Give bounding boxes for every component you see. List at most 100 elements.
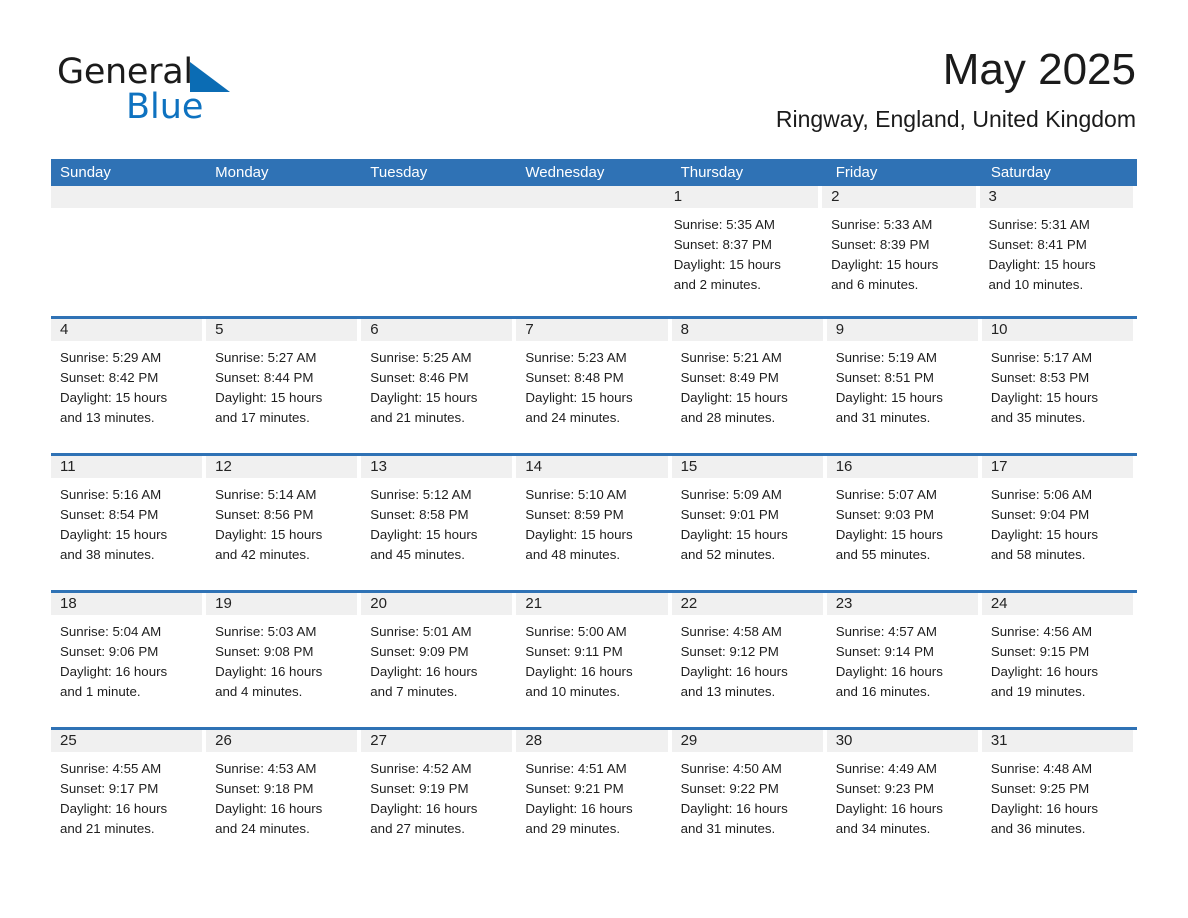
- day-cell[interactable]: 25 Sunrise: 4:55 AM Sunset: 9:17 PM Dayligh…: [51, 730, 206, 864]
- day-number: 25: [51, 730, 203, 752]
- day-cell[interactable]: 9 Sunrise: 5:19 AM Sunset: 8:51 PM Daylight…: [826, 319, 982, 453]
- day-number: 28: [516, 730, 668, 752]
- sunrise-time: Sunrise: 5:03 AM: [215, 624, 317, 639]
- page-title: May 2025: [942, 45, 1136, 94]
- day-cell[interactable]: 19 Sunrise: 5:03 AM Sunset: 9:08 PM Dayligh…: [206, 593, 361, 727]
- sunset-time: Sunset: 9:22 PM: [680, 781, 779, 796]
- day-cell[interactable]: 21 Sunrise: 5:00 AM Sunset: 9:11 PM Dayligh…: [516, 593, 671, 727]
- day-cell[interactable]: 18 Sunrise: 5:04 AM Sunset: 9:06 PM Dayligh…: [51, 593, 206, 727]
- day-cell[interactable]: 23 Sunrise: 4:57 AM Sunset: 9:14 PM Dayligh…: [826, 593, 982, 727]
- sunrise-time: Sunrise: 5:29 AM: [60, 350, 162, 365]
- day-cell[interactable]: 13 Sunrise: 5:12 AM Sunset: 8:58 PM Dayligh…: [361, 456, 516, 590]
- daylight-duration-line1: Daylight: 15 hours: [835, 527, 943, 542]
- sunset-time: Sunset: 8:54 PM: [60, 507, 159, 522]
- daylight-duration-line1: Daylight: 15 hours: [370, 527, 478, 542]
- day-number: 22: [671, 593, 823, 615]
- day-cell[interactable]: 30 Sunrise: 4:49 AM Sunset: 9:23 PM Dayligh…: [826, 730, 982, 864]
- day-number: 3: [979, 186, 1133, 208]
- sunset-time: Sunset: 8:42 PM: [60, 370, 159, 385]
- sunset-time: Sunset: 9:09 PM: [370, 644, 469, 659]
- day-number: 4: [51, 319, 203, 341]
- daylight-duration-line2: and 21 minutes.: [60, 821, 155, 836]
- sunset-time: Sunset: 9:15 PM: [990, 644, 1090, 659]
- daylight-duration-line1: Daylight: 15 hours: [673, 257, 781, 272]
- day-cell[interactable]: 17 Sunrise: 5:06 AM Sunset: 9:04 PM Dayligh…: [981, 456, 1137, 590]
- day-cell[interactable]: 26 Sunrise: 4:53 AM Sunset: 9:18 PM Dayligh…: [206, 730, 361, 864]
- day-cell[interactable]: 31 Sunrise: 4:48 AM Sunset: 9:25 PM Dayligh…: [981, 730, 1137, 864]
- day-number: 11: [51, 456, 203, 478]
- sunset-time: Sunset: 9:08 PM: [215, 644, 314, 659]
- day-details: Sunrise: 4:50 AM Sunset: 9:22 PM Daylight:…: [672, 752, 823, 839]
- daylight-duration-line2: and 2 minutes.: [673, 277, 761, 292]
- daylight-duration-line1: Daylight: 15 hours: [680, 527, 788, 542]
- day-cell[interactable]: 27 Sunrise: 4:52 AM Sunset: 9:19 PM Dayligh…: [361, 730, 516, 864]
- day-cell[interactable]: 11 Sunrise: 5:16 AM Sunset: 8:54 PM Dayligh…: [51, 456, 206, 590]
- weekday-header-wednesday: Wednesday: [525, 164, 605, 181]
- daylight-duration-line1: Daylight: 16 hours: [835, 664, 943, 679]
- daylight-duration-line1: Daylight: 16 hours: [525, 801, 633, 816]
- sunrise-time: Sunrise: 4:57 AM: [835, 624, 937, 639]
- day-cell[interactable]: 6 Sunrise: 5:25 AM Sunset: 8:46 PM Daylight…: [361, 319, 516, 453]
- day-cell[interactable]: 2 Sunrise: 5:33 AM Sunset: 8:39 PM Daylight…: [822, 186, 979, 316]
- daylight-duration-line1: Daylight: 16 hours: [370, 801, 478, 816]
- day-cell[interactable]: 20 Sunrise: 5:01 AM Sunset: 9:09 PM Dayligh…: [361, 593, 516, 727]
- day-number: 10: [981, 319, 1133, 341]
- daylight-duration-line1: Daylight: 16 hours: [680, 801, 788, 816]
- daylight-duration-line1: Daylight: 15 hours: [215, 527, 323, 542]
- daylight-duration-line2: and 19 minutes.: [990, 684, 1086, 699]
- weekday-header-thursday: Thursday: [680, 164, 744, 181]
- sunset-time: Sunset: 9:25 PM: [990, 781, 1090, 796]
- daylight-duration-line2: and 55 minutes.: [835, 547, 931, 562]
- daylight-duration-line2: and 17 minutes.: [215, 410, 310, 425]
- day-cell[interactable]: 10 Sunrise: 5:17 AM Sunset: 8:53 PM Dayligh…: [981, 319, 1137, 453]
- day-details: Sunrise: 5:06 AM Sunset: 9:04 PM Daylight:…: [982, 478, 1133, 565]
- day-cell[interactable]: 12 Sunrise: 5:14 AM Sunset: 8:56 PM Dayligh…: [206, 456, 361, 590]
- sunset-time: Sunset: 8:58 PM: [370, 507, 469, 522]
- week-body: 25 Sunrise: 4:55 AM Sunset: 9:17 PM Dayligh…: [51, 730, 1137, 864]
- day-details: Sunrise: 5:12 AM Sunset: 8:58 PM Daylight:…: [361, 478, 512, 565]
- sunset-time: Sunset: 8:37 PM: [673, 237, 772, 252]
- daylight-duration-line1: Daylight: 16 hours: [215, 801, 323, 816]
- sunset-time: Sunset: 8:51 PM: [835, 370, 935, 385]
- sunset-time: Sunset: 8:49 PM: [680, 370, 779, 385]
- day-details: Sunrise: 5:01 AM Sunset: 9:09 PM Daylight:…: [361, 615, 512, 702]
- sunset-time: Sunset: 9:04 PM: [990, 507, 1090, 522]
- day-cell[interactable]: 16 Sunrise: 5:07 AM Sunset: 9:03 PM Dayligh…: [826, 456, 982, 590]
- daylight-duration-line2: and 6 minutes.: [831, 277, 919, 292]
- sunrise-time: Sunrise: 5:33 AM: [831, 217, 933, 232]
- day-details: Sunrise: 5:25 AM Sunset: 8:46 PM Daylight:…: [361, 341, 512, 428]
- day-cell[interactable]: 5 Sunrise: 5:27 AM Sunset: 8:44 PM Daylight…: [206, 319, 361, 453]
- day-number: 14: [516, 456, 668, 478]
- day-cell[interactable]: 8 Sunrise: 5:21 AM Sunset: 8:49 PM Daylight…: [671, 319, 827, 453]
- sunrise-time: Sunrise: 5:06 AM: [990, 487, 1093, 502]
- day-details: Sunrise: 5:10 AM Sunset: 8:59 PM Daylight:…: [516, 478, 667, 565]
- day-details: Sunrise: 4:51 AM Sunset: 9:21 PM Daylight:…: [516, 752, 667, 839]
- week-body: 11 Sunrise: 5:16 AM Sunset: 8:54 PM Dayligh…: [51, 456, 1137, 590]
- sunset-time: Sunset: 9:21 PM: [525, 781, 624, 796]
- day-cell[interactable]: 4 Sunrise: 5:29 AM Sunset: 8:42 PM Daylight…: [51, 319, 206, 453]
- sunset-time: Sunset: 9:19 PM: [370, 781, 469, 796]
- day-cell[interactable]: 29 Sunrise: 4:50 AM Sunset: 9:22 PM Dayligh…: [671, 730, 827, 864]
- day-number: 26: [206, 730, 358, 752]
- day-cell[interactable]: 28 Sunrise: 4:51 AM Sunset: 9:21 PM Dayligh…: [516, 730, 671, 864]
- day-cell[interactable]: 3 Sunrise: 5:31 AM Sunset: 8:41 PM Daylight…: [979, 186, 1137, 316]
- sunrise-time: Sunrise: 4:55 AM: [60, 761, 162, 776]
- day-cell[interactable]: 1 Sunrise: 5:35 AM Sunset: 8:37 PM Daylight…: [664, 186, 822, 316]
- weekday-header-monday: Monday: [215, 164, 269, 181]
- day-cell[interactable]: 14 Sunrise: 5:10 AM Sunset: 8:59 PM Dayligh…: [516, 456, 671, 590]
- generalblue-logo[interactable]: General Blue: [57, 52, 257, 130]
- logo-top-row: General: [57, 52, 257, 92]
- calendar-week-row: 25 Sunrise: 4:55 AM Sunset: 9:17 PM Dayligh…: [51, 727, 1137, 864]
- sunrise-time: Sunrise: 5:21 AM: [680, 350, 782, 365]
- day-number: 9: [826, 319, 978, 341]
- day-cell[interactable]: 24 Sunrise: 4:56 AM Sunset: 9:15 PM Dayligh…: [981, 593, 1137, 727]
- daylight-duration-line2: and 7 minutes.: [370, 684, 458, 699]
- day-details: Sunrise: 4:57 AM Sunset: 9:14 PM Daylight:…: [827, 615, 978, 702]
- sunset-time: Sunset: 8:59 PM: [525, 507, 624, 522]
- day-cell[interactable]: 7 Sunrise: 5:23 AM Sunset: 8:48 PM Daylight…: [516, 319, 671, 453]
- day-cell[interactable]: 22 Sunrise: 4:58 AM Sunset: 9:12 PM Dayligh…: [671, 593, 827, 727]
- day-number: 8: [671, 319, 823, 341]
- day-cell[interactable]: 15 Sunrise: 5:09 AM Sunset: 9:01 PM Dayligh…: [671, 456, 827, 590]
- day-details: Sunrise: 4:48 AM Sunset: 9:25 PM Daylight:…: [982, 752, 1133, 839]
- calendar-page: General Blue May 2025 Ringway, England, …: [0, 0, 1188, 918]
